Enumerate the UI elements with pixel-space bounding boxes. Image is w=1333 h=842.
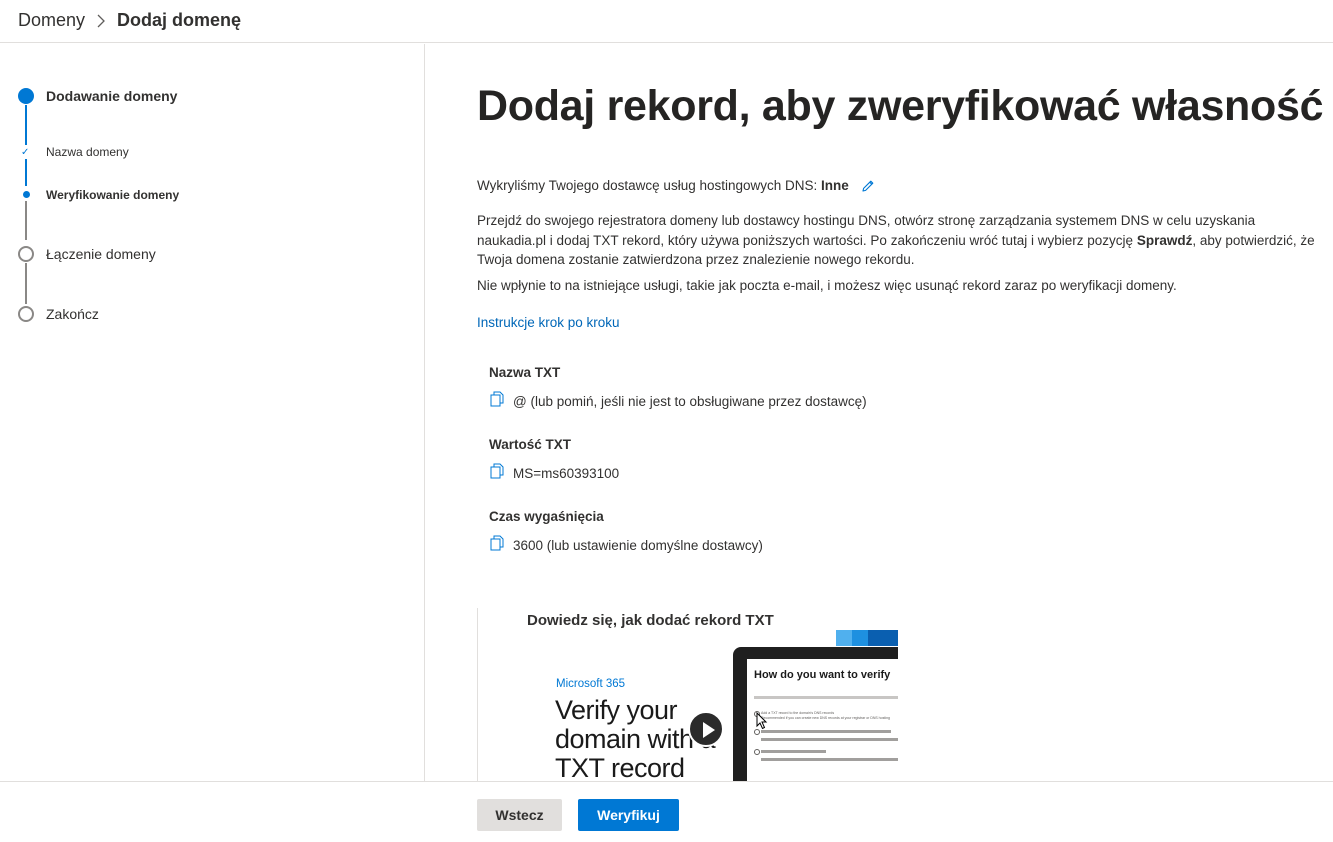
check-icon: ✓ [21,147,30,158]
laptop-screen: How do you want to verify Add a TXT reco… [747,659,898,781]
copy-icon[interactable] [490,535,504,551]
edit-pencil-icon[interactable] [861,179,875,193]
screen-title: How do you want to verify [754,669,891,681]
step-by-step-instructions-link[interactable]: Instrukcje krok po kroku [477,315,620,330]
step-connector [25,201,27,240]
dns-provider-detected: Wykryliśmy Twojego dostawcę usług hostin… [477,176,1317,196]
footer-actions: Wstecz Weryfikuj [0,781,1333,842]
wizard-steps-panel: Dodawanie domeny ✓ Nazwa domeny Weryfiko… [0,44,425,781]
screen-divider [754,696,898,699]
step-connect-domain: Łączenie domeny [46,246,156,262]
step-pending-indicator [18,306,34,322]
copy-icon[interactable] [490,391,504,407]
placeholder-line [761,750,826,753]
verify-button[interactable]: Weryfikuj [578,799,679,831]
info-paragraph: Nie wpłynie to na istniejące usługi, tak… [477,278,1177,293]
step-verify-domain: Weryfikowanie domeny [46,188,180,202]
txt-value-label: Wartość TXT [489,437,572,452]
copy-icon[interactable] [490,463,504,479]
instructions-text-bold: Sprawdź [1136,232,1193,248]
ttl-value: 3600 (lub ustawienie domyślne dostawcy) [513,538,763,553]
placeholder-line [761,730,891,733]
step-pending-indicator [18,246,34,262]
step-finish: Zakończ [46,306,99,322]
brand-stripe [836,630,852,646]
radio-illustration [754,749,760,755]
breadcrumb: Domeny Dodaj domenę [0,0,1333,43]
brand-stripe [852,630,868,646]
txt-value-value: MS=ms60393100 [513,466,620,481]
play-button[interactable] [688,711,724,747]
step-connector [25,263,27,304]
video-section: Dowiedz się, jak dodać rekord TXT Micros… [477,608,898,781]
placeholder-line [761,738,898,741]
dns-provider-name: Inne [821,178,849,193]
txt-name-value: @ (lub pomiń, jeśli nie jest to obsługiw… [513,394,867,409]
play-icon [703,722,715,738]
breadcrumb-domains-link[interactable]: Domeny [18,10,85,31]
instructions-paragraph: Przejdź do swojego rejestratora domeny l… [477,211,1317,270]
breadcrumb-current: Dodaj domenę [117,10,242,30]
video-thumbnail[interactable]: Microsoft 365 Verify your domain with a … [527,630,898,781]
step-connector [25,105,27,145]
placeholder-line [761,758,898,761]
microsoft-365-brand: Microsoft 365 [556,678,626,690]
chevron-right-icon [97,14,105,28]
step-active-indicator [18,88,34,104]
step-connector [25,159,27,186]
brand-stripe [868,630,898,646]
screen-option-note: Recommended if you can create new DNS re… [761,716,890,720]
page-title: Dodaj rekord, aby zweryfikować własność [477,82,1324,130]
mouse-cursor-icon [756,712,768,730]
txt-name-label: Nazwa TXT [489,365,561,380]
substep-current-indicator [23,191,30,198]
screen-option-text: Add a TXT record to the domain's DNS rec… [761,711,835,715]
main-content: Dodaj rekord, aby zweryfikować własność … [426,44,1333,781]
back-button[interactable]: Wstecz [477,799,562,831]
step-adding-domain: Dodawanie domeny [46,88,178,104]
dns-provider-prefix: Wykryliśmy Twojego dostawcę usług hostin… [477,178,822,193]
video-title: Dowiedz się, jak dodać rekord TXT [527,612,774,629]
ttl-label: Czas wygaśnięcia [489,509,604,524]
step-domain-name: Nazwa domeny [46,145,129,159]
